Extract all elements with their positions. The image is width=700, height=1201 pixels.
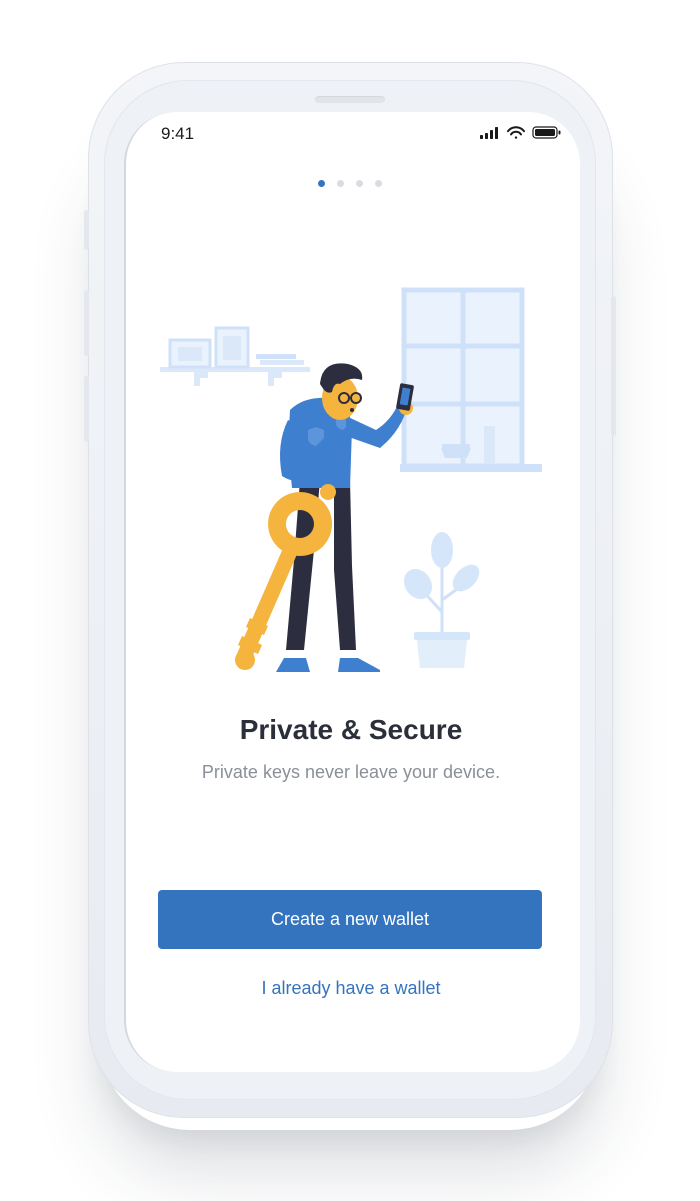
status-time: 9:41 — [161, 124, 195, 143]
speaker-grille — [315, 96, 385, 103]
battery-icon — [532, 126, 561, 139]
window-illustration — [400, 287, 542, 472]
page-indicator — [318, 180, 382, 187]
volume-down-button — [84, 376, 89, 442]
wifi-icon — [507, 126, 525, 139]
page-dot-2[interactable] — [337, 180, 344, 187]
page-dot-1[interactable] — [318, 180, 325, 187]
onboarding-subtitle: Private keys never leave your device. — [201, 762, 501, 782]
create-wallet-button[interactable]: Create a new wallet — [158, 890, 542, 949]
power-button — [611, 296, 616, 436]
mute-switch — [84, 210, 89, 250]
signal-icon — [480, 127, 498, 139]
volume-up-button — [84, 290, 89, 356]
plant-illustration — [403, 532, 480, 668]
status-icons — [480, 126, 564, 140]
person-illustration — [276, 363, 414, 672]
key-icon — [235, 492, 333, 670]
existing-wallet-link[interactable]: I already have a wallet — [124, 978, 578, 999]
page-dot-3[interactable] — [356, 180, 363, 187]
shelf-illustration — [160, 326, 310, 386]
secure-key-illustration — [150, 280, 550, 680]
page-dot-4[interactable] — [375, 180, 382, 187]
onboarding-title: Private & Secure — [239, 714, 463, 745]
